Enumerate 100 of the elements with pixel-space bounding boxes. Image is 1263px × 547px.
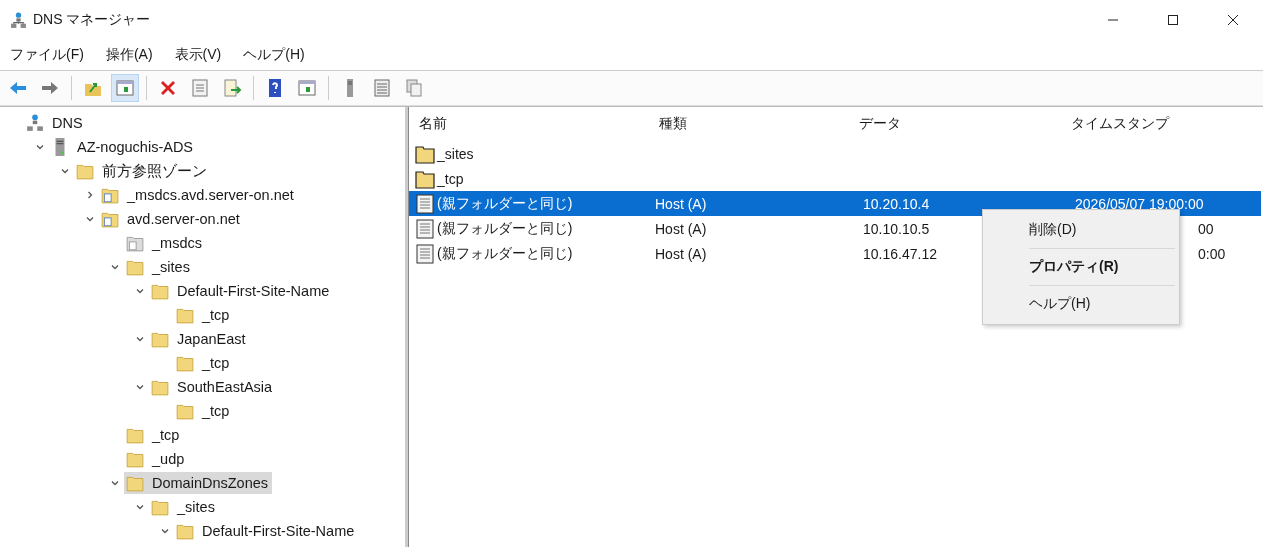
collapse-chevron-icon[interactable] (85, 214, 95, 224)
column-header[interactable]: 種類 (649, 115, 849, 133)
collapse-chevron-icon[interactable] (160, 526, 170, 536)
folder-icon (415, 143, 435, 164)
tree-item[interactable]: _tcp (174, 304, 234, 326)
record-name: _sites (437, 145, 474, 162)
collapse-chevron-icon[interactable] (135, 502, 145, 512)
collapse-chevron-icon[interactable] (35, 142, 45, 152)
window-title: DNS マネージャー (33, 11, 151, 29)
column-header[interactable]: 名前 (409, 115, 649, 133)
tree-item[interactable]: Default-First-Site-Name (149, 280, 334, 302)
record-timestamp: 0:00 (1197, 244, 1226, 264)
record-name: (親フォルダーと同じ) (437, 194, 573, 213)
tree-item[interactable]: _sites (149, 496, 219, 518)
folder-icon (126, 426, 144, 444)
record-data: 10.10.10.5 (862, 219, 931, 239)
record-type: Host (A) (655, 244, 708, 264)
folder-icon (126, 450, 144, 468)
collapse-chevron-icon[interactable] (135, 334, 145, 344)
zone-icon (101, 186, 119, 204)
tree-item-label: AZ-noguchis-ADS (77, 139, 194, 155)
menu-item[interactable]: 操作(A) (105, 46, 153, 64)
tree-item[interactable]: _tcp (174, 400, 234, 422)
tree-item[interactable]: DomainDnsZones (124, 472, 273, 494)
list-item[interactable]: (親フォルダーと同じ) (409, 191, 655, 216)
record-timestamp: 00 (1197, 219, 1214, 239)
list-icon (372, 78, 392, 98)
tree-item-label: _msdcs.avd.server-on.net (127, 187, 294, 203)
collapse-chevron-icon[interactable] (110, 262, 120, 272)
record-data: 10.16.47.12 (862, 244, 938, 264)
export-list-icon (222, 78, 242, 98)
tree-item[interactable]: _sites (124, 256, 194, 278)
tree-item-label: _tcp (202, 307, 230, 323)
folder-icon (151, 282, 169, 300)
action-pane-icon (297, 78, 317, 98)
collapse-chevron-icon[interactable] (60, 166, 70, 176)
tree-item-label: SouthEastAsia (177, 379, 273, 395)
folder-icon (151, 330, 169, 348)
tree-item[interactable]: 前方参照ゾーン (74, 159, 211, 183)
record-name: (親フォルダーと同じ) (437, 244, 573, 263)
folder-icon (415, 168, 435, 189)
expand-chevron-icon[interactable] (85, 190, 95, 200)
column-header[interactable]: タイムスタンプ (1061, 115, 1263, 133)
tree-item-label: _tcp (202, 355, 230, 371)
collapse-chevron-icon[interactable] (110, 478, 120, 488)
context-menu-item[interactable]: プロパティ(R) (983, 251, 1179, 283)
tree-item-label: _tcp (202, 403, 230, 419)
menu-item[interactable]: ヘルプ(H) (243, 46, 305, 64)
record-icon (415, 243, 435, 264)
list-item[interactable]: (親フォルダーと同じ) (409, 216, 655, 241)
tree-item[interactable]: SouthEastAsia (149, 376, 277, 398)
properties-icon (190, 78, 210, 98)
list-item[interactable]: _tcp (409, 166, 655, 191)
maximize-icon (1167, 14, 1179, 26)
folder-icon (176, 522, 194, 540)
record-name: _tcp (437, 170, 464, 187)
tree-item[interactable]: _tcp (124, 424, 184, 446)
list-item[interactable]: _sites (409, 141, 655, 166)
collapse-chevron-icon[interactable] (135, 382, 145, 392)
folder-icon (176, 354, 194, 372)
tree-item[interactable]: avd.server-on.net (99, 208, 244, 230)
tree-item[interactable]: Default-First-Site-Name (174, 520, 359, 542)
folder-icon (151, 498, 169, 516)
record-data: 10.20.10.4 (855, 191, 988, 216)
tree-item[interactable]: _udp (124, 448, 189, 470)
network-icon (26, 114, 44, 132)
record-icon (415, 193, 435, 214)
tree-item-label: _udp (152, 451, 185, 467)
zone-icon (101, 210, 119, 228)
menu-item[interactable]: 表示(V) (174, 46, 222, 64)
tree-item[interactable]: DNS (24, 112, 87, 134)
folder-icon (76, 162, 94, 180)
tree-item[interactable]: JapanEast (149, 328, 250, 350)
column-header[interactable]: データ (849, 115, 1061, 133)
tree-item-label: _sites (177, 499, 215, 515)
context-menu-item[interactable]: ヘルプ(H) (983, 288, 1179, 320)
zone-icon (126, 234, 144, 252)
folder-icon (176, 306, 194, 324)
tree-item-label: _sites (152, 259, 190, 275)
context-menu-item[interactable]: 削除(D) (983, 214, 1179, 246)
record-name: (親フォルダーと同じ) (437, 219, 573, 238)
close-icon (1227, 14, 1239, 26)
tree-item[interactable]: AZ-noguchis-ADS (49, 136, 198, 158)
collapse-chevron-icon[interactable] (135, 286, 145, 296)
tree-item-label: avd.server-on.net (127, 211, 240, 227)
console-tree-icon (115, 78, 135, 98)
folder-icon (126, 258, 144, 276)
toolbar-button[interactable] (111, 74, 139, 102)
tree-item[interactable]: _tcp (174, 352, 234, 374)
copy-icon (404, 78, 424, 98)
tree-item[interactable]: _msdcs.avd.server-on.net (99, 184, 298, 206)
tree-item[interactable]: _msdcs (124, 232, 206, 254)
tree-item-label: DNS (52, 115, 83, 131)
menu-item[interactable]: ファイル(F) (10, 46, 84, 64)
record-type: Host (A) (655, 191, 855, 216)
list-item[interactable]: (親フォルダーと同じ) (409, 241, 655, 266)
record-type: Host (A) (655, 219, 708, 239)
folder-icon (151, 378, 169, 396)
tree-item-label: 前方参照ゾーン (102, 161, 207, 181)
tree-item-label: _msdcs (152, 235, 202, 251)
